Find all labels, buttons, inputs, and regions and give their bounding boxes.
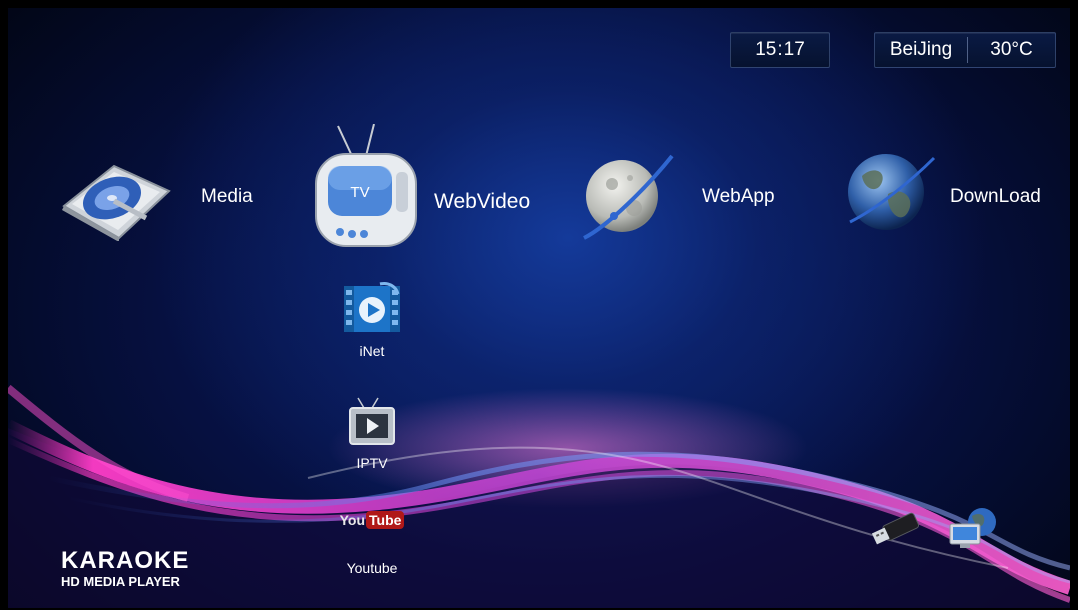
network-computer-icon[interactable] (946, 504, 1002, 550)
clock-separator: : (777, 39, 783, 60)
usb-drive-icon[interactable] (870, 508, 926, 548)
submenu-item-youtube[interactable]: You Tube Youtube (332, 508, 412, 576)
menu-label-webvideo: WebVideo (434, 190, 531, 213)
submenu-item-inet[interactable]: iNet (332, 280, 412, 359)
clock-minute: 17 (783, 39, 805, 60)
media-disc-icon (62, 164, 171, 241)
brand-title: KARAOKE (61, 547, 190, 574)
menu-item-download[interactable]: DownLoad (842, 146, 1052, 246)
menu-label-download: DownLoad (950, 186, 1041, 207)
moon-orbit-icon (583, 154, 674, 240)
menu-item-webvideo[interactable]: TV WebVideo (312, 124, 544, 248)
tv-icon: TV (315, 124, 417, 247)
menu-item-webapp[interactable]: WebApp (578, 146, 798, 246)
clock-display: 15 : 17 (730, 32, 830, 68)
submenu-label-inet: iNet (359, 343, 385, 359)
submenu-item-iptv[interactable]: IPTV (332, 396, 412, 471)
weather-display: BeiJing 30°C (874, 32, 1056, 68)
clock-hour: 15 (755, 39, 777, 60)
globe-download-icon (848, 154, 936, 230)
menu-label-media: Media (201, 186, 253, 207)
iptv-icon (349, 397, 395, 445)
menu-item-media[interactable]: Media (54, 146, 264, 246)
home-screen: 15 : 17 BeiJing 30°C Media TV WebVideo W… (8, 8, 1070, 608)
youtube-logo-icon: You Tube (340, 508, 405, 532)
menu-label-webapp: WebApp (702, 186, 775, 207)
weather-temperature: 30°C (990, 39, 1033, 60)
brand-logo: KARAOKE HD MEDIA PLAYER (61, 547, 190, 590)
brand-subtitle: HD MEDIA PLAYER (61, 574, 180, 589)
weather-city: BeiJing (889, 39, 953, 60)
youtube-logo-tube: Tube (366, 511, 405, 529)
tv-screen-label: TV (350, 184, 369, 201)
submenu-label-iptv: IPTV (356, 455, 388, 471)
submenu-label-youtube: Youtube (346, 560, 398, 576)
film-play-icon (344, 282, 400, 332)
youtube-logo-you: You (339, 512, 365, 528)
